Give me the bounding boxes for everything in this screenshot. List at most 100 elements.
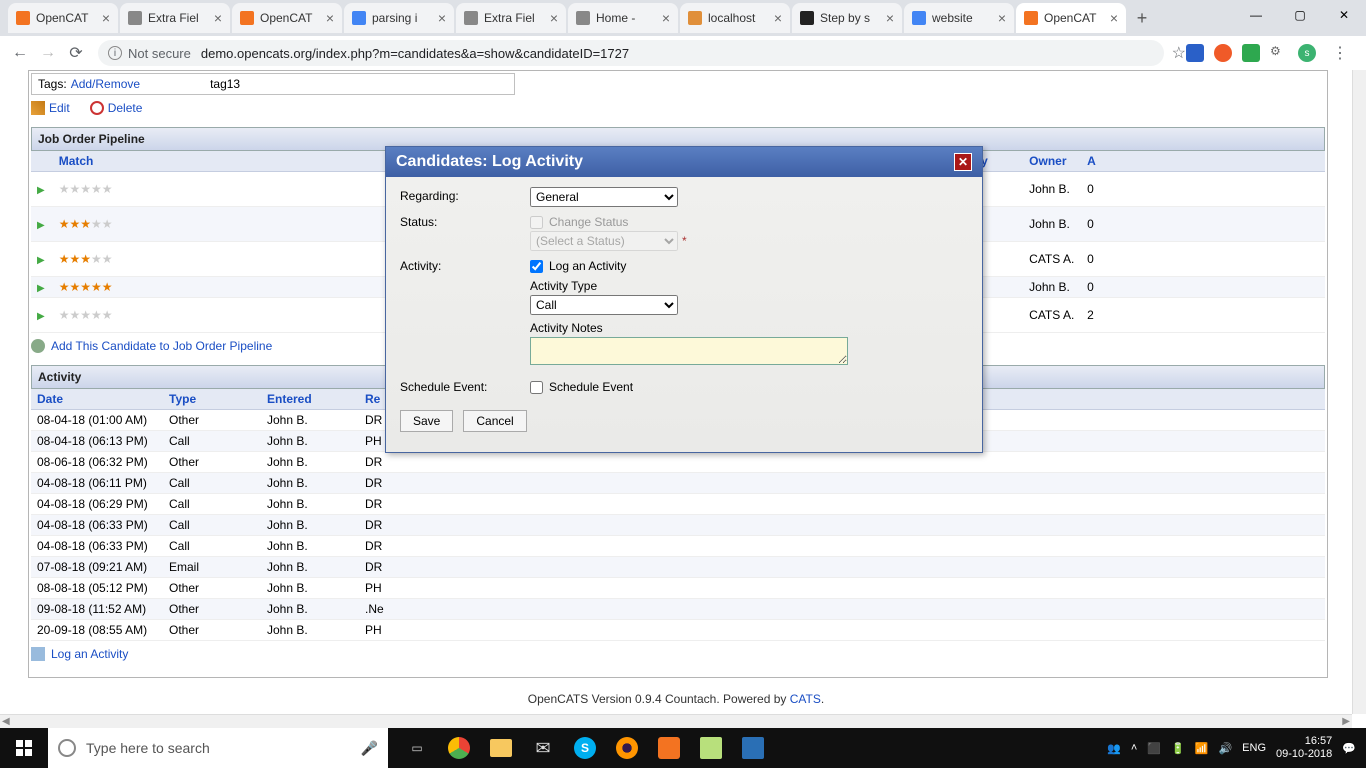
security-indicator[interactable]: i Not secure bbox=[108, 46, 191, 61]
save-button[interactable]: Save bbox=[400, 410, 453, 432]
task-view-icon[interactable]: ▭ bbox=[396, 728, 438, 768]
re-cell: PH bbox=[359, 578, 1325, 599]
browser-tab[interactable]: Extra Fiel× bbox=[456, 3, 566, 33]
mail-icon[interactable]: ✉ bbox=[522, 728, 564, 768]
browser-tab[interactable]: parsing i× bbox=[344, 3, 454, 33]
extension-icons: ⚙ s ⋮ bbox=[1186, 39, 1360, 67]
schedule-event-checkbox[interactable] bbox=[530, 381, 543, 394]
edit-link[interactable]: Edit bbox=[31, 101, 70, 115]
volume-icon[interactable]: 🔊 bbox=[1218, 742, 1232, 755]
cats-link[interactable]: CATS bbox=[790, 692, 821, 706]
browser-tab[interactable]: OpenCAT× bbox=[1016, 3, 1126, 33]
vertical-scrollbar[interactable] bbox=[1352, 70, 1366, 714]
a-cell: 0 bbox=[1081, 242, 1325, 277]
extension-icon[interactable] bbox=[1214, 44, 1232, 62]
wifi-icon[interactable]: 📶 bbox=[1195, 742, 1209, 755]
extension-icon[interactable] bbox=[1186, 44, 1204, 62]
profile-avatar[interactable]: s bbox=[1298, 44, 1316, 62]
arrow-icon[interactable]: ▶ bbox=[37, 311, 45, 322]
back-button[interactable]: ← bbox=[6, 39, 34, 67]
browser-tab[interactable]: localhost× bbox=[680, 3, 790, 33]
xampp-icon[interactable] bbox=[648, 728, 690, 768]
browser-tab[interactable]: website × bbox=[904, 3, 1014, 33]
people-icon[interactable]: 👥 bbox=[1107, 742, 1121, 755]
tab-close-icon[interactable]: × bbox=[326, 10, 334, 26]
tab-close-icon[interactable]: × bbox=[550, 10, 558, 26]
type-cell: Call bbox=[163, 515, 261, 536]
tray-app-icon[interactable]: ⬛ bbox=[1147, 742, 1161, 755]
regarding-select[interactable]: General bbox=[530, 187, 678, 207]
table-row: 08-06-18 (06:32 PM)OtherJohn B.DR bbox=[31, 452, 1325, 473]
col-owner[interactable]: Owner bbox=[1023, 151, 1081, 172]
col-entered[interactable]: Entered bbox=[261, 389, 359, 410]
add-pipeline-link[interactable]: Add This Candidate to Job Order Pipeline bbox=[51, 339, 272, 353]
menu-button[interactable]: ⋮ bbox=[1326, 39, 1354, 67]
col-type[interactable]: Type bbox=[163, 389, 261, 410]
mic-icon[interactable]: 🎤 bbox=[361, 740, 378, 757]
browser-tab[interactable]: OpenCAT× bbox=[8, 3, 118, 33]
window-controls: — ▢ ✕ bbox=[1234, 0, 1366, 30]
col-a[interactable]: A bbox=[1081, 151, 1325, 172]
arrow-icon[interactable]: ▶ bbox=[37, 255, 45, 266]
app-icon[interactable] bbox=[732, 728, 774, 768]
notifications-icon[interactable]: 💬 bbox=[1342, 742, 1356, 755]
maximize-button[interactable]: ▢ bbox=[1278, 0, 1322, 30]
system-tray: 👥 ˄ ⬛ 🔋 📶 🔊 ENG 16:57 09-10-2018 💬 bbox=[1107, 735, 1366, 761]
date-cell: 20-09-18 (08:55 AM) bbox=[31, 620, 163, 641]
cancel-button[interactable]: Cancel bbox=[463, 410, 526, 432]
tab-favicon bbox=[352, 11, 366, 25]
tab-close-icon[interactable]: × bbox=[998, 10, 1006, 26]
extension-icon[interactable] bbox=[1242, 44, 1260, 62]
firefox-icon[interactable] bbox=[606, 728, 648, 768]
col-date[interactable]: Date bbox=[31, 389, 163, 410]
browser-tab[interactable]: Home - × bbox=[568, 3, 678, 33]
url-box[interactable]: i Not secure demo.opencats.org/index.php… bbox=[98, 40, 1164, 66]
close-window-button[interactable]: ✕ bbox=[1322, 0, 1366, 30]
arrow-icon[interactable]: ▶ bbox=[37, 220, 45, 231]
start-button[interactable] bbox=[0, 728, 48, 768]
skype-icon[interactable]: S bbox=[564, 728, 606, 768]
tab-close-icon[interactable]: × bbox=[774, 10, 782, 26]
arrow-icon[interactable]: ▶ bbox=[37, 185, 45, 196]
tab-close-icon[interactable]: × bbox=[438, 10, 446, 26]
re-cell: DR bbox=[359, 536, 1325, 557]
log-activity-checkbox[interactable] bbox=[530, 260, 543, 273]
horizontal-scrollbar[interactable]: ◀▶ bbox=[0, 714, 1352, 728]
activity-notes-textarea[interactable] bbox=[530, 337, 848, 365]
browser-tab[interactable]: Extra Fiel× bbox=[120, 3, 230, 33]
log-activity-link[interactable]: Log an Activity bbox=[51, 647, 128, 661]
new-tab-button[interactable]: + bbox=[1128, 4, 1156, 32]
re-cell: DR bbox=[359, 452, 1325, 473]
file-explorer-icon[interactable] bbox=[480, 728, 522, 768]
tags-label: Tags: bbox=[38, 77, 67, 91]
minimize-button[interactable]: — bbox=[1234, 0, 1278, 30]
url-text: demo.opencats.org/index.php?m=candidates… bbox=[201, 46, 629, 61]
tab-close-icon[interactable]: × bbox=[886, 10, 894, 26]
language-indicator[interactable]: ENG bbox=[1242, 742, 1266, 754]
tray-chevron-icon[interactable]: ˄ bbox=[1131, 742, 1137, 754]
tab-close-icon[interactable]: × bbox=[662, 10, 670, 26]
battery-icon[interactable]: 🔋 bbox=[1171, 742, 1185, 755]
tab-close-icon[interactable]: × bbox=[1110, 10, 1118, 26]
date-cell: 08-08-18 (05:12 PM) bbox=[31, 578, 163, 599]
taskbar-search[interactable]: Type here to search 🎤 bbox=[48, 728, 388, 768]
modal-close-button[interactable]: ✕ bbox=[954, 153, 972, 171]
entered-cell: John B. bbox=[261, 473, 359, 494]
tab-close-icon[interactable]: × bbox=[102, 10, 110, 26]
activity-type-select[interactable]: Call bbox=[530, 295, 678, 315]
chrome-icon[interactable] bbox=[438, 728, 480, 768]
delete-link[interactable]: Delete bbox=[90, 101, 143, 115]
bookmark-star-icon[interactable]: ☆ bbox=[1172, 43, 1186, 63]
browser-tab[interactable]: Step by s× bbox=[792, 3, 902, 33]
notepadpp-icon[interactable] bbox=[690, 728, 732, 768]
owner-cell: CATS A. bbox=[1023, 242, 1081, 277]
tags-add-remove-link[interactable]: Add/Remove bbox=[71, 77, 140, 91]
browser-tab[interactable]: OpenCAT× bbox=[232, 3, 342, 33]
entered-cell: John B. bbox=[261, 599, 359, 620]
clock[interactable]: 16:57 09-10-2018 bbox=[1276, 735, 1332, 761]
extension-icon[interactable]: ⚙ bbox=[1270, 44, 1288, 62]
tab-close-icon[interactable]: × bbox=[214, 10, 222, 26]
reload-button[interactable]: ⟳ bbox=[62, 39, 90, 67]
forward-button[interactable]: → bbox=[34, 39, 62, 67]
arrow-icon[interactable]: ▶ bbox=[37, 283, 45, 294]
